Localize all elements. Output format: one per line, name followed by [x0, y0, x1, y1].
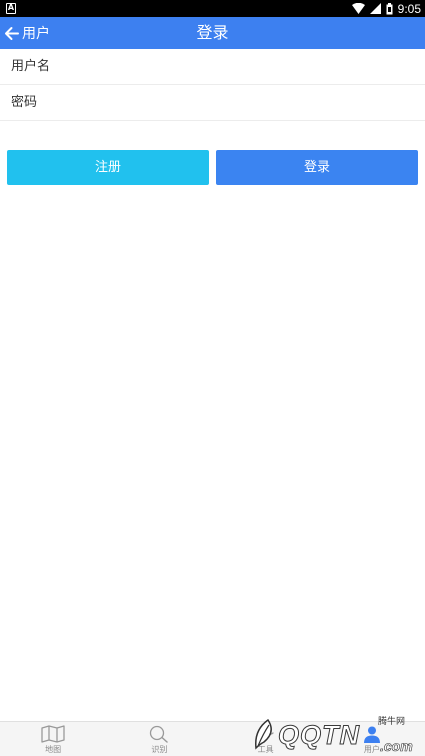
login-button[interactable]: 登录: [216, 150, 418, 185]
nav-item-map[interactable]: 地图: [0, 722, 106, 756]
notification-icon: A: [6, 3, 16, 14]
map-icon: [41, 725, 65, 743]
nav-item-tools[interactable]: 工具: [213, 722, 319, 756]
back-label: 用户: [22, 26, 50, 42]
nav-item-label: 用户: [363, 745, 380, 754]
username-field-row: [0, 49, 425, 85]
password-field-row: [0, 85, 425, 121]
nav-item-user[interactable]: 用户: [319, 722, 425, 756]
nav-item-recognize[interactable]: 识别: [106, 722, 212, 756]
status-time: 9:05: [397, 1, 421, 16]
password-input[interactable]: [0, 85, 425, 120]
app-bar: 用户 登录: [0, 17, 425, 49]
tools-icon: [257, 726, 274, 742]
status-bar: A 9:05: [0, 0, 425, 17]
username-input[interactable]: [0, 49, 425, 84]
status-icons: 9:05: [351, 0, 421, 17]
search-icon: [150, 725, 169, 743]
register-button[interactable]: 注册: [7, 150, 209, 185]
nav-item-label: 工具: [257, 745, 274, 754]
nav-item-label: 识别: [151, 745, 168, 754]
page-title: 登录: [196, 23, 229, 42]
nav-item-label: 地图: [45, 745, 62, 754]
back-button[interactable]: 用户: [4, 17, 50, 49]
wifi-icon: [351, 3, 365, 14]
battery-icon: [386, 2, 393, 14]
bottom-nav: 地图 识别 工具 用户: [0, 721, 425, 756]
arrow-left-icon: [5, 26, 19, 40]
signal-icon: [369, 3, 381, 14]
user-icon: [363, 726, 380, 743]
